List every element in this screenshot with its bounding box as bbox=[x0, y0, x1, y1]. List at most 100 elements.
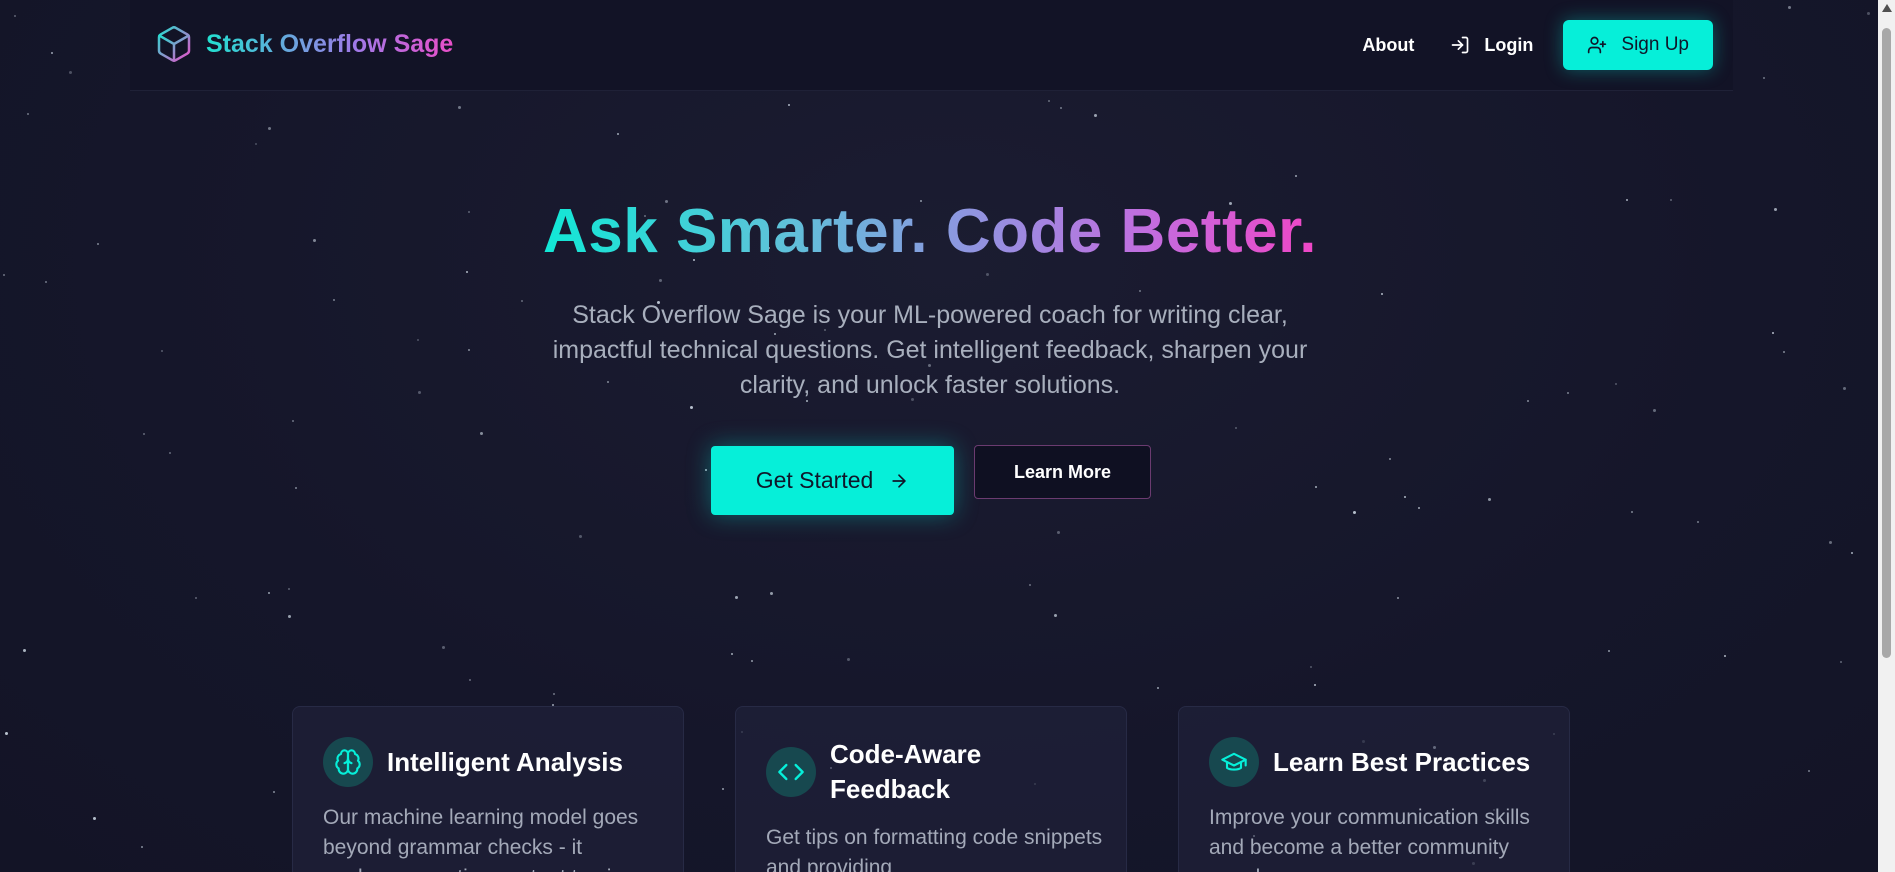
landing-page: Stack Overflow Sage About Login Sign Up … bbox=[0, 0, 1895, 872]
feature-card-code-aware: Code-Aware Feedback Get tips on formatti… bbox=[735, 706, 1127, 872]
star-dot bbox=[143, 433, 145, 435]
star-dot bbox=[579, 535, 582, 538]
star-dot bbox=[617, 133, 619, 135]
star-dot bbox=[1788, 6, 1791, 9]
learn-more-button[interactable]: Learn More bbox=[974, 445, 1151, 499]
star-dot bbox=[169, 452, 171, 454]
star-dot bbox=[268, 127, 271, 130]
star-dot bbox=[1527, 400, 1529, 402]
star-dot bbox=[51, 52, 53, 54]
code-icon bbox=[766, 747, 816, 797]
star-dot bbox=[553, 693, 555, 695]
feature-card-intelligent-analysis: Intelligent Analysis Our machine learnin… bbox=[292, 706, 684, 872]
feature-description: Our machine learning model goes beyond g… bbox=[323, 806, 639, 872]
brain-icon bbox=[323, 737, 373, 787]
star-dot bbox=[288, 588, 290, 590]
star-dot bbox=[333, 299, 335, 301]
user-plus-icon bbox=[1588, 36, 1607, 54]
login-icon bbox=[1452, 36, 1469, 54]
star-dot bbox=[268, 592, 270, 594]
star-dot bbox=[27, 113, 29, 115]
star-dot bbox=[1389, 458, 1391, 460]
star-dot bbox=[770, 592, 773, 595]
star-dot bbox=[161, 350, 163, 352]
hero-title-text: Ask Smarter. Code Better. bbox=[542, 197, 1318, 266]
star-dot bbox=[1381, 293, 1383, 295]
star-dot bbox=[418, 391, 421, 394]
graduation-cap-icon bbox=[1209, 737, 1259, 787]
star-dot bbox=[1404, 496, 1406, 498]
page-scrollbar[interactable] bbox=[1878, 0, 1895, 872]
star-dot bbox=[480, 432, 483, 435]
brand-logo-link[interactable]: Stack Overflow Sage bbox=[154, 24, 453, 64]
top-navbar: Stack Overflow Sage About Login Sign Up bbox=[130, 0, 1733, 91]
star-dot bbox=[1054, 614, 1057, 617]
feature-card-best-practices: Learn Best Practices Improve your commun… bbox=[1178, 706, 1570, 872]
feature-title: Learn Best Practices bbox=[1273, 746, 1531, 777]
star-dot bbox=[255, 143, 257, 145]
hero-title: Ask Smarter. Code Better. bbox=[0, 196, 1860, 267]
star-dot bbox=[1139, 290, 1141, 292]
star-dot bbox=[722, 788, 724, 790]
star-dot bbox=[292, 420, 294, 422]
star-dot bbox=[1808, 770, 1810, 772]
star-dot bbox=[288, 615, 291, 618]
star-dot bbox=[93, 817, 96, 820]
star-dot bbox=[735, 596, 738, 599]
star-dot bbox=[23, 649, 26, 652]
star-dot bbox=[751, 660, 753, 662]
star-dot bbox=[788, 104, 790, 106]
feature-description: Get tips on formatting code snippets and… bbox=[766, 826, 1103, 872]
star-dot bbox=[1724, 655, 1726, 657]
star-dot bbox=[3, 274, 5, 276]
star-dot bbox=[295, 487, 297, 489]
signup-button[interactable]: Sign Up bbox=[1563, 20, 1713, 70]
star-dot bbox=[1840, 661, 1842, 663]
star-dot bbox=[1353, 511, 1356, 514]
scroll-up-icon[interactable] bbox=[1882, 4, 1892, 12]
star-dot bbox=[466, 271, 468, 273]
feature-title: Intelligent Analysis bbox=[387, 746, 623, 777]
star-dot bbox=[1310, 666, 1312, 668]
star-dot bbox=[1315, 486, 1317, 488]
star-dot bbox=[986, 273, 989, 276]
star-dot bbox=[1653, 409, 1656, 412]
star-dot bbox=[847, 658, 850, 661]
star-dot bbox=[1772, 332, 1774, 334]
star-dot bbox=[273, 791, 275, 793]
star-dot bbox=[1763, 77, 1765, 79]
star-dot bbox=[14, 15, 16, 17]
star-dot bbox=[1094, 114, 1097, 117]
get-started-label: Get Started bbox=[755, 467, 874, 493]
star-dot bbox=[1608, 650, 1610, 652]
get-started-button[interactable]: Get Started bbox=[711, 446, 954, 515]
star-dot bbox=[141, 846, 143, 848]
star-dot bbox=[1615, 383, 1617, 385]
star-dot bbox=[1843, 387, 1846, 390]
star-dot bbox=[469, 679, 471, 681]
login-label: Login bbox=[1484, 34, 1534, 55]
nav-about-link[interactable]: About bbox=[1362, 35, 1414, 56]
star-dot bbox=[659, 279, 662, 282]
star-dot bbox=[1418, 507, 1420, 509]
star-dot bbox=[195, 597, 197, 599]
star-dot bbox=[45, 281, 47, 283]
signup-label: Sign Up bbox=[1621, 34, 1689, 55]
star-dot bbox=[731, 653, 733, 655]
hero-subtitle: Stack Overflow Sage is your ML-powered c… bbox=[552, 301, 1308, 399]
star-dot bbox=[1488, 498, 1491, 501]
star-dot bbox=[1235, 427, 1237, 429]
cube-icon bbox=[157, 26, 191, 62]
star-dot bbox=[1829, 541, 1832, 544]
star-dot bbox=[1783, 351, 1785, 353]
scrollbar-thumb[interactable] bbox=[1882, 28, 1891, 658]
star-dot bbox=[1029, 584, 1031, 586]
star-dot bbox=[1567, 392, 1569, 394]
star-dot bbox=[1397, 597, 1399, 599]
login-button[interactable]: Login bbox=[1450, 35, 1533, 56]
star-dot bbox=[468, 349, 470, 351]
star-dot bbox=[1867, 12, 1870, 15]
star-dot bbox=[1060, 107, 1062, 109]
star-dot bbox=[1057, 531, 1060, 534]
star-dot bbox=[442, 646, 445, 649]
